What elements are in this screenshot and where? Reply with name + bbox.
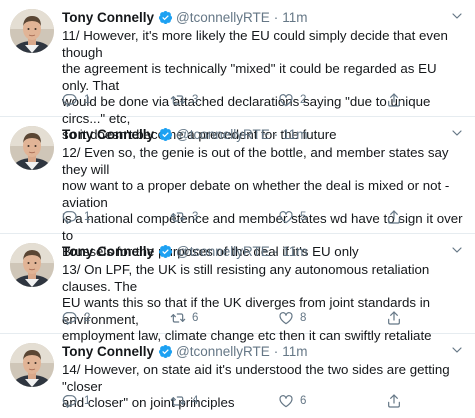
retweet-button[interactable]: 3 — [170, 209, 278, 225]
reply-icon — [62, 310, 78, 326]
tweet-text: 13/ On LPF, the UK is still resisting an… — [62, 262, 432, 343]
share-button[interactable] — [386, 209, 475, 225]
share-icon — [386, 310, 402, 326]
author-handle[interactable]: @tconnellyRTE — [176, 10, 270, 25]
retweet-button[interactable]: 4 — [170, 393, 278, 409]
like-count: 6 — [300, 395, 307, 407]
reply-icon — [62, 92, 78, 108]
retweet-button[interactable]: 3 — [170, 92, 278, 108]
tweet[interactable]: Tony Connelly @tconnellyRTE · 11m 14/ Ho… — [0, 334, 475, 418]
retweet-button[interactable]: 6 — [170, 310, 278, 326]
separator-dot: · — [273, 343, 279, 359]
share-icon — [386, 92, 402, 108]
tweet-actions: 1 3 5 — [62, 209, 475, 225]
chevron-down-icon[interactable] — [451, 344, 463, 356]
share-icon — [386, 393, 402, 409]
author-handle[interactable]: @tconnellyRTE — [176, 244, 270, 259]
reply-button[interactable]: 1 — [62, 393, 170, 409]
tweet[interactable]: Tony Connelly @tconnellyRTE · 11m 13/ On… — [0, 234, 475, 343]
like-button[interactable]: 6 — [278, 393, 386, 409]
reply-icon — [62, 209, 78, 225]
author-name[interactable]: Tony Connelly — [62, 127, 154, 142]
like-count: 8 — [300, 312, 307, 324]
tweet-timestamp[interactable]: 11m — [282, 10, 307, 25]
retweet-count: 4 — [192, 395, 199, 407]
separator-dot: · — [273, 243, 279, 259]
reply-button[interactable]: 1 — [62, 209, 170, 225]
author-handle[interactable]: @tconnellyRTE — [176, 344, 270, 359]
retweet-count: 3 — [192, 94, 199, 106]
retweet-icon — [170, 310, 186, 326]
tweet-timestamp[interactable]: 11m — [282, 127, 307, 142]
tweet-header: Tony Connelly @tconnellyRTE · 11m — [62, 125, 467, 143]
chevron-down-icon[interactable] — [451, 127, 463, 139]
author-name[interactable]: Tony Connelly — [62, 244, 154, 259]
like-button[interactable]: 8 — [278, 310, 386, 326]
like-button[interactable]: 2 — [278, 92, 386, 108]
avatar[interactable] — [10, 243, 54, 287]
separator-dot: · — [273, 126, 279, 142]
tweet-actions: 1 3 2 — [62, 92, 475, 108]
tweet-actions: 1 4 6 — [62, 393, 475, 409]
reply-count: 1 — [84, 94, 91, 106]
tweet-timestamp[interactable]: 11m — [282, 244, 307, 259]
avatar[interactable] — [10, 343, 54, 387]
like-count: 2 — [300, 94, 307, 106]
tweet-header: Tony Connelly @tconnellyRTE · 11m — [62, 242, 467, 260]
separator-dot: · — [273, 9, 279, 25]
verified-badge-icon — [158, 244, 173, 259]
heart-icon — [278, 310, 294, 326]
retweet-count: 3 — [192, 211, 199, 223]
tweet-header: Tony Connelly @tconnellyRTE · 11m — [62, 8, 467, 26]
verified-badge-icon — [158, 10, 173, 25]
share-icon — [386, 209, 402, 225]
tweet-actions: 2 6 8 — [62, 310, 475, 326]
reply-count: 1 — [84, 211, 91, 223]
avatar[interactable] — [10, 9, 54, 53]
reply-icon — [62, 393, 78, 409]
share-button[interactable] — [386, 92, 475, 108]
retweet-icon — [170, 209, 186, 225]
retweet-icon — [170, 92, 186, 108]
like-button[interactable]: 5 — [278, 209, 386, 225]
reply-count: 1 — [84, 395, 91, 407]
tweet-header: Tony Connelly @tconnellyRTE · 11m — [62, 342, 467, 360]
share-button[interactable] — [386, 310, 475, 326]
share-button[interactable] — [386, 393, 475, 409]
author-name[interactable]: Tony Connelly — [62, 10, 154, 25]
like-count: 5 — [300, 211, 307, 223]
heart-icon — [278, 393, 294, 409]
tweet-timestamp[interactable]: 11m — [282, 344, 307, 359]
chevron-down-icon[interactable] — [451, 244, 463, 256]
avatar[interactable] — [10, 126, 54, 170]
chevron-down-icon[interactable] — [451, 10, 463, 22]
tweet-thread: Tony Connelly @tconnellyRTE · 11m 11/ Ho… — [0, 0, 475, 418]
reply-button[interactable]: 1 — [62, 92, 170, 108]
tweet[interactable]: Tony Connelly @tconnellyRTE · 11m 11/ Ho… — [0, 0, 475, 142]
author-name[interactable]: Tony Connelly — [62, 344, 154, 359]
author-handle[interactable]: @tconnellyRTE — [176, 127, 270, 142]
retweet-icon — [170, 393, 186, 409]
reply-count: 2 — [84, 312, 91, 324]
verified-badge-icon — [158, 127, 173, 142]
verified-badge-icon — [158, 344, 173, 359]
tweet[interactable]: Tony Connelly @tconnellyRTE · 11m 12/ Ev… — [0, 117, 475, 259]
retweet-count: 6 — [192, 312, 199, 324]
heart-icon — [278, 209, 294, 225]
heart-icon — [278, 92, 294, 108]
reply-button[interactable]: 2 — [62, 310, 170, 326]
